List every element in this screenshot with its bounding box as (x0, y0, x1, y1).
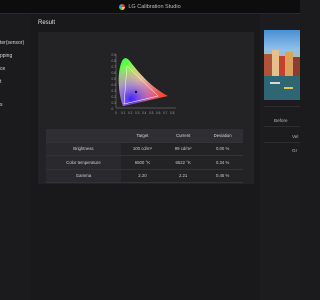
boat (284, 87, 293, 89)
right-button-3[interactable]: Gr (292, 148, 297, 153)
window-title: LG Calibration Studio (128, 3, 181, 10)
before-button[interactable]: Before (274, 118, 288, 123)
table-header-row: Target Current Deviation (46, 129, 243, 143)
main-content: Result 0.9 0.8 0.7 0.6 0.5 0.4 0.3 0.2 0… (30, 14, 260, 300)
y-tick-label: 0.9 (112, 53, 117, 57)
table-header-target: Target (120, 129, 165, 143)
row-label: Gamma (46, 169, 121, 183)
x-tick-label: 0.1 (121, 111, 126, 115)
cie-chromaticity-chart: 0.9 0.8 0.7 0.6 0.5 0.4 0.3 0.2 0.1 0 0 … (112, 53, 176, 115)
x-tick-label: 0.6 (156, 111, 161, 115)
x-tick-label: 0.8 (170, 111, 175, 115)
y-tick-label: 0.5 (112, 77, 117, 81)
table-header-deviation: Deviation (202, 129, 243, 143)
divider (264, 142, 300, 143)
current-value: 6522 °K (164, 155, 203, 170)
y-tick-label: 0.8 (112, 59, 117, 63)
y-tick-label: 0.2 (112, 95, 117, 99)
y-tick-label: 0.1 (112, 101, 117, 105)
building (264, 54, 272, 76)
sidebar-item-mapping[interactable]: pping (0, 53, 12, 59)
right-panel: Before Vel Gr (260, 14, 300, 300)
building (279, 56, 285, 76)
table-header-current: Current (164, 129, 203, 143)
building (285, 52, 293, 76)
row-label: Color temperature (46, 155, 121, 170)
white-point (134, 90, 138, 94)
x-tick-label: 0.3 (135, 111, 140, 115)
deviation-value: 0.45 % (202, 169, 243, 183)
x-tick-label: 0.5 (149, 111, 154, 115)
sidebar-item-5[interactable]: s (0, 102, 3, 108)
deviation-value: 0.34 % (202, 155, 243, 170)
water (264, 76, 300, 100)
right-button-2[interactable]: Vel (292, 134, 298, 139)
table-row: Brightness 100 cd/m² 99 cd/m² 0.00 % (46, 142, 243, 156)
table-row: Color temperature 6500 °K 6522 °K 0.34 % (46, 155, 243, 170)
result-heading: Result (38, 20, 56, 26)
table-row: Gamma 2.20 2.21 0.45 % (46, 169, 243, 183)
divider (264, 126, 300, 127)
x-tick-label: 0 (115, 111, 117, 115)
x-tick-label: 0.7 (163, 111, 168, 115)
current-value: 2.21 (164, 169, 203, 183)
title-bar: LG Calibration Studio (0, 0, 300, 14)
sidebar-item-sensor[interactable]: ter(sensor) (0, 40, 24, 46)
lg-logo-icon (119, 3, 126, 10)
row-label: Brightness (46, 142, 121, 156)
y-tick-label: 0.4 (112, 83, 117, 87)
y-tick-label: 0.3 (112, 89, 117, 93)
current-value: 99 cd/m² (164, 142, 203, 156)
y-tick-label: 0 (112, 107, 114, 111)
preview-scene (264, 50, 300, 100)
x-tick-label: 0.4 (142, 111, 147, 115)
table-header-blank (46, 129, 121, 143)
sidebar-item-3[interactable]: ce (0, 66, 5, 72)
preview-image[interactable] (264, 30, 300, 100)
target-value: 6500 °K (120, 155, 165, 170)
y-tick-label: 0.6 (112, 71, 117, 75)
building (293, 57, 300, 76)
sidebar: ter(sensor) pping ce t s (0, 14, 30, 300)
result-panel: 0.9 0.8 0.7 0.6 0.5 0.4 0.3 0.2 0.1 0 0 … (38, 32, 254, 184)
result-table: Target Current Deviation Brightness 100 … (46, 129, 243, 183)
target-value: 100 cd/m² (120, 142, 165, 156)
x-tick-label: 0.2 (128, 111, 133, 115)
divider (264, 106, 300, 107)
deviation-value: 0.00 % (202, 142, 243, 156)
target-value: 2.20 (120, 169, 165, 183)
y-tick-label: 0.7 (112, 65, 117, 69)
building (272, 50, 279, 76)
boat (270, 82, 280, 84)
sidebar-item-4[interactable]: t (0, 79, 1, 85)
